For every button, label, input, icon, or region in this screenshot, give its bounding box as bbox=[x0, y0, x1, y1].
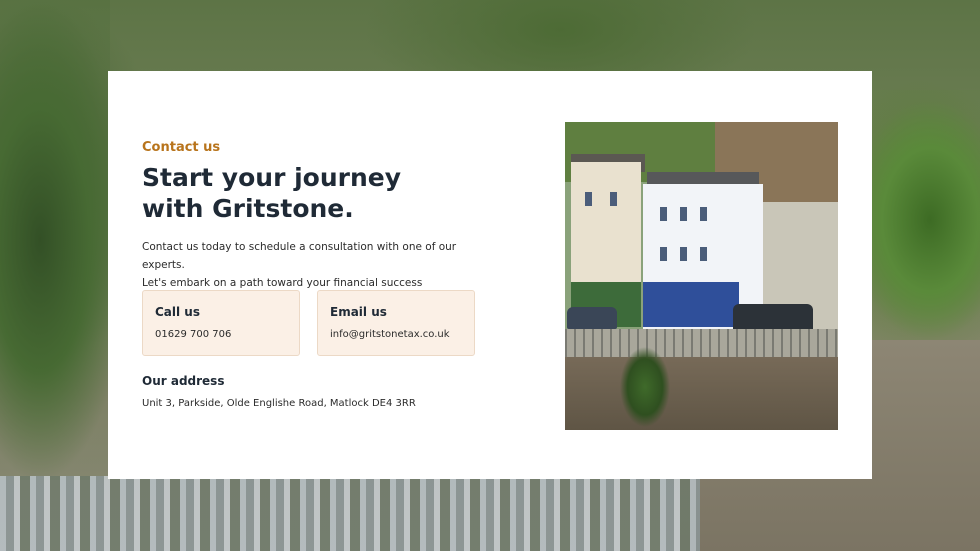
phone-number[interactable]: 01629 700 706 bbox=[155, 329, 231, 340]
call-us-label: Call us bbox=[155, 305, 200, 319]
photo-window bbox=[660, 207, 667, 221]
photo-window bbox=[700, 247, 707, 261]
photo-window bbox=[700, 207, 707, 221]
photo-window bbox=[680, 207, 687, 221]
email-us-label: Email us bbox=[330, 305, 387, 319]
photo-shopfront-blue bbox=[643, 282, 739, 327]
page-title: Start your journey with Gritstone. bbox=[142, 163, 402, 223]
photo-car bbox=[733, 304, 813, 332]
contact-card: Contact us Start your journey with Grits… bbox=[108, 71, 872, 479]
photo-window bbox=[610, 192, 617, 206]
background-tree-left bbox=[0, 0, 110, 480]
intro-line-1: Contact us today to schedule a consultat… bbox=[142, 241, 457, 271]
photo-car bbox=[567, 307, 617, 329]
email-us-tile[interactable]: Email us info@gritstonetax.co.uk bbox=[317, 290, 475, 356]
background-tree-right bbox=[870, 90, 980, 350]
photo-window bbox=[680, 247, 687, 261]
street-photo bbox=[565, 122, 838, 430]
background-river bbox=[0, 476, 700, 551]
address-label: Our address bbox=[142, 374, 225, 388]
photo-window bbox=[660, 247, 667, 261]
call-us-tile[interactable]: Call us 01629 700 706 bbox=[142, 290, 300, 356]
photo-river-wall bbox=[565, 357, 838, 430]
photo-railing bbox=[565, 329, 838, 357]
section-eyebrow: Contact us bbox=[142, 140, 221, 155]
address-value: Unit 3, Parkside, Olde Englishe Road, Ma… bbox=[142, 398, 416, 409]
photo-window bbox=[585, 192, 592, 206]
email-address[interactable]: info@gritstonetax.co.uk bbox=[330, 329, 450, 340]
photo-bush bbox=[620, 347, 670, 430]
